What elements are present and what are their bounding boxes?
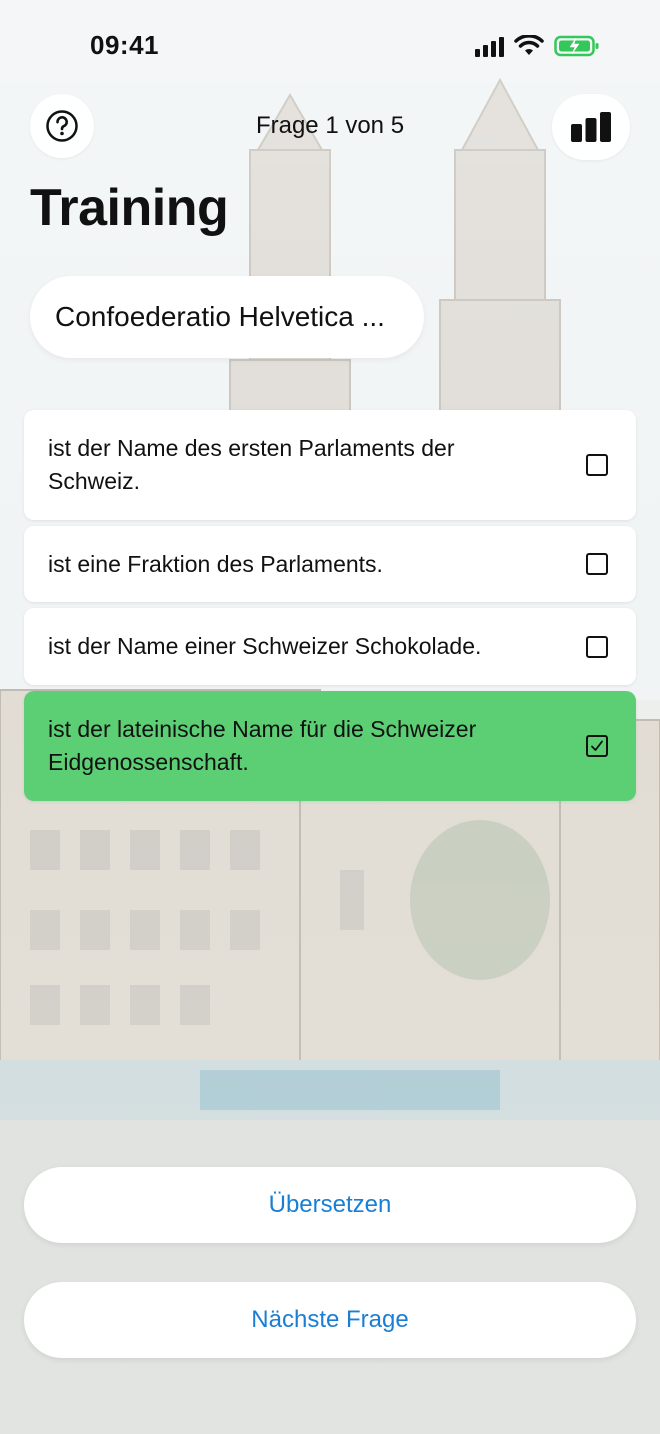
page-title: Training (30, 179, 229, 237)
next-question-button-label: Nächste Frage (251, 1306, 409, 1333)
checkbox[interactable] (586, 454, 608, 476)
answer-option-selected[interactable]: ist der lateinische Name für die Schweiz… (24, 691, 636, 801)
status-time: 09:41 (90, 30, 159, 60)
bar-chart-icon (571, 112, 611, 142)
checkbox[interactable] (586, 635, 608, 658)
answer-option[interactable]: ist der Name einer Schweizer Schokolade. (24, 608, 636, 685)
checkbox-checked[interactable] (586, 735, 608, 757)
answer-label: ist der Name einer Schweizer Schokolade. (48, 633, 482, 659)
answer-option[interactable]: ist eine Fraktion des Parlaments. (24, 526, 636, 602)
question-text: Confoederatio Helvetica ... (30, 276, 424, 358)
checkmark-icon (591, 740, 603, 751)
answer-label: ist der lateinische Name für die Schweiz… (48, 716, 477, 775)
question-label: Confoederatio Helvetica ... (55, 301, 385, 332)
answer-label: ist eine Fraktion des Parlaments. (48, 550, 383, 577)
cellular-signal-icon (475, 35, 504, 57)
translate-button-label: Übersetzen (268, 1191, 392, 1218)
stats-button[interactable] (552, 94, 630, 160)
answer-label: ist der Name des ersten Parlaments der S… (48, 435, 455, 494)
checkbox[interactable] (586, 553, 608, 575)
battery-charging-icon (554, 35, 599, 57)
answer-option[interactable]: ist der Name des ersten Parlaments der S… (24, 410, 636, 520)
translate-button[interactable]: Übersetzen (24, 1167, 636, 1243)
status-icons (475, 34, 600, 58)
next-question-button[interactable]: Nächste Frage (24, 1282, 636, 1358)
status-bar: 09:41 (0, 0, 660, 96)
wifi-icon (514, 35, 544, 55)
answer-list: ist der Name des ersten Parlaments der S… (24, 410, 636, 807)
